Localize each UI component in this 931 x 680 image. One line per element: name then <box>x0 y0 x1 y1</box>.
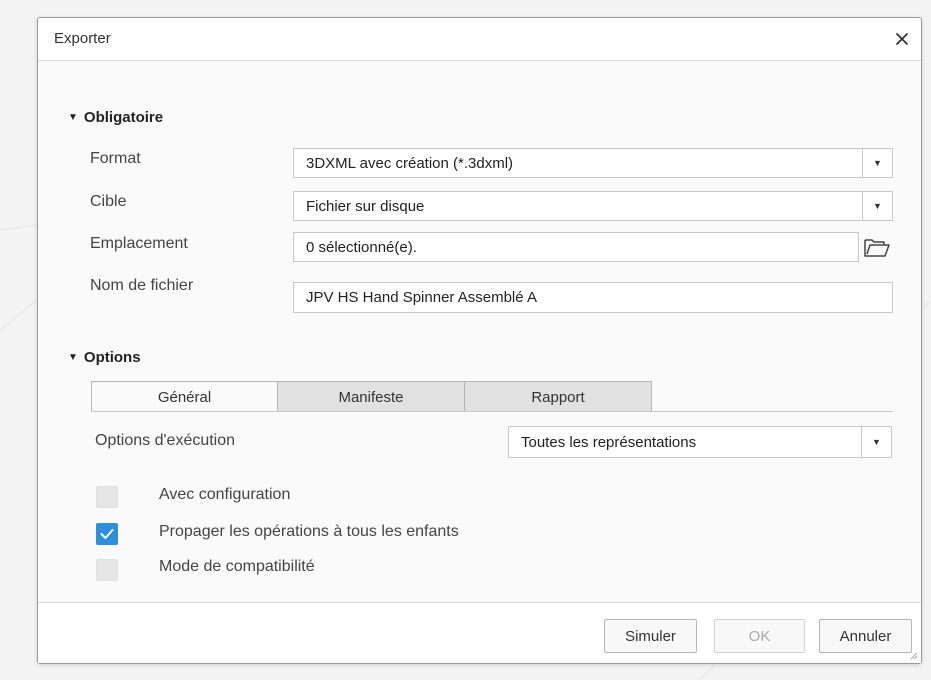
simulate-button[interactable]: Simuler <box>604 619 697 653</box>
section-header-mandatory[interactable]: ▼ Obligatoire <box>68 109 163 126</box>
folder-icon <box>864 239 890 257</box>
target-value: Fichier sur disque <box>306 197 425 215</box>
tab-label: Manifeste <box>338 388 404 406</box>
propagate-operations-checkbox[interactable] <box>96 523 118 545</box>
close-icon <box>896 33 908 45</box>
execution-options-dropdown[interactable]: Toutes les représentations ▼ <box>508 426 892 458</box>
filename-label: Nom de fichier <box>90 277 194 294</box>
with-configuration-label: Avec configuration <box>159 486 291 503</box>
options-tabs: Général Manifeste Rapport <box>91 381 652 412</box>
tab-label: Rapport <box>531 388 585 406</box>
dialog-title: Exporter <box>54 30 111 47</box>
chevron-down-icon[interactable]: ▼ <box>862 192 892 220</box>
dialog-footer: Simuler OK Annuler <box>38 602 921 663</box>
chevron-down-icon[interactable]: ▼ <box>861 427 891 457</box>
target-dropdown[interactable]: Fichier sur disque ▼ <box>293 191 893 221</box>
chevron-down-icon[interactable]: ▼ <box>862 149 892 177</box>
checkmark-icon <box>100 529 114 539</box>
target-label: Cible <box>90 193 127 210</box>
tab-divider <box>91 411 893 412</box>
tab-label: Général <box>157 388 212 406</box>
format-label: Format <box>90 150 141 167</box>
section-title: Obligatoire <box>83 109 164 126</box>
dialog-titlebar: Exporter <box>38 18 921 61</box>
location-field[interactable]: 0 sélectionné(e). <box>293 232 859 262</box>
execution-options-label: Options d'exécution <box>95 432 236 449</box>
format-value: 3DXML avec création (*.3dxml) <box>306 154 514 172</box>
ok-button[interactable]: OK <box>714 619 805 653</box>
resize-grip-icon[interactable] <box>910 652 918 660</box>
tab-general[interactable]: Général <box>91 381 278 412</box>
tab-report[interactable]: Rapport <box>465 381 652 412</box>
execution-options-value: Toutes les représentations <box>521 433 697 451</box>
cancel-button[interactable]: Annuler <box>819 619 912 653</box>
dialog-content: ▼ Obligatoire Format 3DXML avec création… <box>38 61 921 604</box>
compatibility-mode-checkbox[interactable] <box>96 559 118 581</box>
compatibility-mode-label: Mode de compatibilité <box>159 558 315 575</box>
location-label: Emplacement <box>90 235 188 252</box>
section-header-options[interactable]: ▼ Options <box>68 349 141 366</box>
propagate-operations-label: Propager les opérations à tous les enfan… <box>159 523 459 540</box>
with-configuration-checkbox[interactable] <box>96 486 118 508</box>
export-dialog: Exporter ▼ Obligatoire Format 3DXML avec… <box>37 17 922 664</box>
close-button[interactable] <box>889 26 915 52</box>
filename-input[interactable]: JPV HS Hand Spinner Assemblé A <box>293 282 893 313</box>
section-title: Options <box>83 349 141 366</box>
format-dropdown[interactable]: 3DXML avec création (*.3dxml) ▼ <box>293 148 893 178</box>
collapse-triangle-icon: ▼ <box>68 112 78 123</box>
location-value: 0 sélectionné(e). <box>306 238 417 256</box>
tab-manifest[interactable]: Manifeste <box>278 381 465 412</box>
filename-value: JPV HS Hand Spinner Assemblé A <box>306 289 537 306</box>
collapse-triangle-icon: ▼ <box>68 352 78 363</box>
browse-folder-button[interactable] <box>861 232 893 262</box>
